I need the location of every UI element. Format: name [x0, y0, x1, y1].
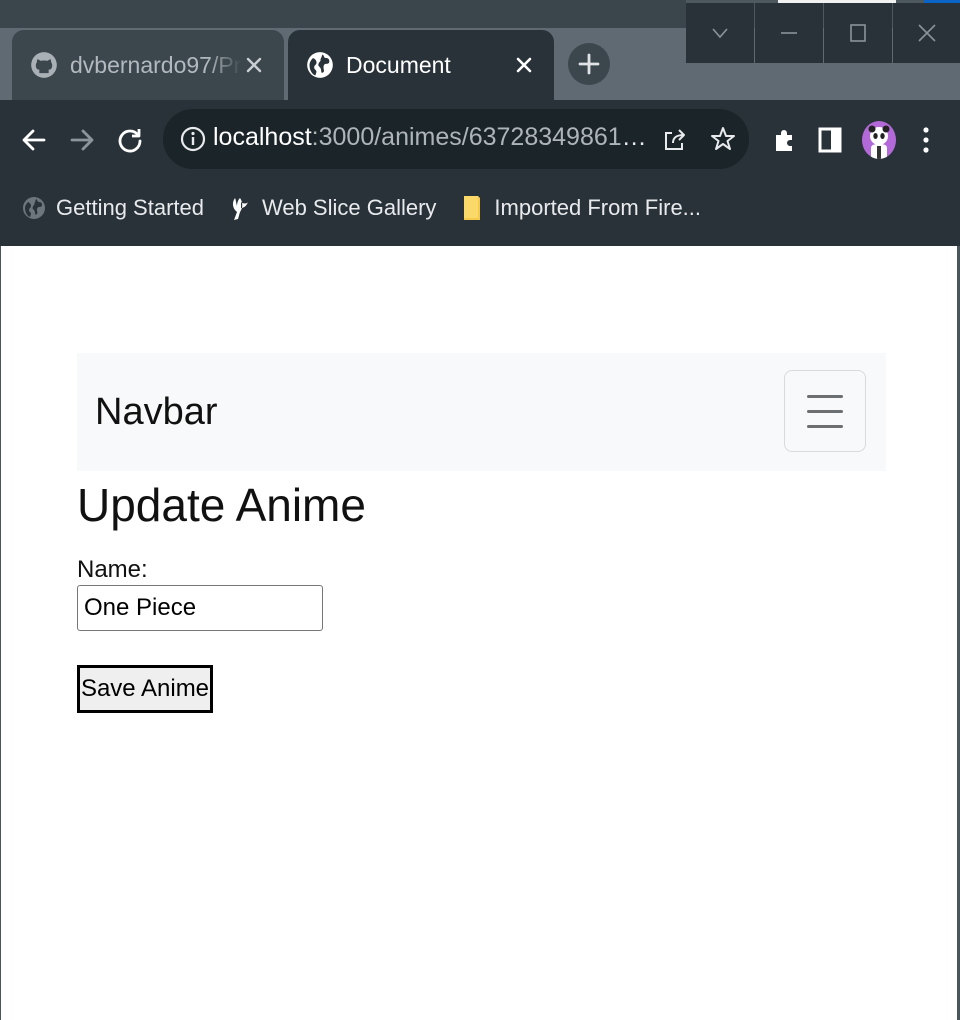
tab-github[interactable]: dvbernardo97/Project	[12, 30, 284, 100]
puzzle-icon	[776, 130, 792, 151]
forward-button[interactable]	[64, 122, 100, 158]
info-icon[interactable]	[179, 125, 207, 153]
url-host: localhost	[213, 123, 312, 151]
page-viewport: Navbar Update Anime Name: Save Anime	[0, 246, 960, 1020]
hamburger-icon	[807, 394, 843, 398]
page-title: Update Anime	[77, 479, 366, 531]
plus-icon	[578, 53, 600, 75]
share-icon[interactable]	[661, 125, 689, 153]
url-text[interactable]: localhost:3000/animes/6372834986171ee67c…	[213, 123, 653, 152]
maximize-icon	[850, 24, 866, 42]
extensions-button[interactable]	[766, 122, 802, 158]
address-bar[interactable]: localhost:3000/animes/6372834986171ee67c…	[163, 109, 749, 169]
navbar: Navbar	[77, 353, 886, 471]
tab-title: dvbernardo97/Project	[70, 51, 242, 78]
close-icon	[918, 24, 936, 42]
minimize-icon	[781, 32, 797, 34]
minimize-button[interactable]	[755, 3, 823, 63]
close-tab-icon[interactable]	[512, 53, 536, 77]
new-tab-button[interactable]	[568, 43, 610, 85]
web-slice-icon	[232, 198, 248, 220]
tab-strip: dvbernardo97/Project Document	[0, 0, 960, 100]
folder-icon	[464, 196, 481, 220]
reload-button[interactable]	[112, 122, 148, 158]
arrow-right-icon	[70, 129, 94, 151]
save-anime-button[interactable]: Save Anime	[77, 665, 213, 713]
bookmarks-bar: Getting Started Web Slice Gallery Import…	[0, 180, 960, 236]
close-tab-icon[interactable]	[242, 53, 266, 77]
bookmark-imported-from-firefox[interactable]: Imported From Fire...	[460, 188, 701, 228]
side-panel-icon	[818, 127, 842, 153]
reload-icon	[118, 129, 142, 153]
name-label: Name:	[77, 556, 148, 583]
globe-icon	[23, 197, 45, 219]
bookmark-getting-started[interactable]: Getting Started	[22, 188, 204, 228]
tab-search-button[interactable]	[686, 3, 754, 63]
more-vertical-icon	[923, 127, 929, 153]
close-window-button[interactable]	[893, 3, 960, 63]
side-panel-button[interactable]	[812, 122, 848, 158]
bookmark-label: Getting Started	[56, 195, 204, 220]
bookmark-web-slice-gallery[interactable]: Web Slice Gallery	[228, 188, 436, 228]
arrow-left-icon	[22, 129, 46, 151]
url-path: :3000/animes/6372834986171ee67c...	[311, 123, 653, 151]
name-input[interactable]	[77, 585, 323, 631]
github-icon	[31, 52, 57, 78]
maximize-button[interactable]	[824, 3, 892, 63]
bookmark-label: Web Slice Gallery	[261, 195, 437, 220]
globe-icon	[307, 52, 333, 78]
navbar-toggler-button[interactable]	[784, 370, 866, 452]
navbar-brand[interactable]: Navbar	[95, 391, 218, 434]
browser-chrome: dvbernardo97/Project Document	[0, 0, 960, 246]
menu-button[interactable]	[908, 122, 944, 158]
profile-avatar[interactable]	[862, 121, 896, 159]
back-button[interactable]	[16, 122, 52, 158]
bookmark-label: Imported From Fire...	[494, 195, 702, 220]
tab-title: Document	[346, 51, 451, 78]
star-icon[interactable]	[709, 125, 737, 153]
tab-document[interactable]: Document	[288, 30, 554, 100]
panda-avatar-icon	[868, 125, 890, 159]
chevron-down-icon	[712, 28, 728, 39]
